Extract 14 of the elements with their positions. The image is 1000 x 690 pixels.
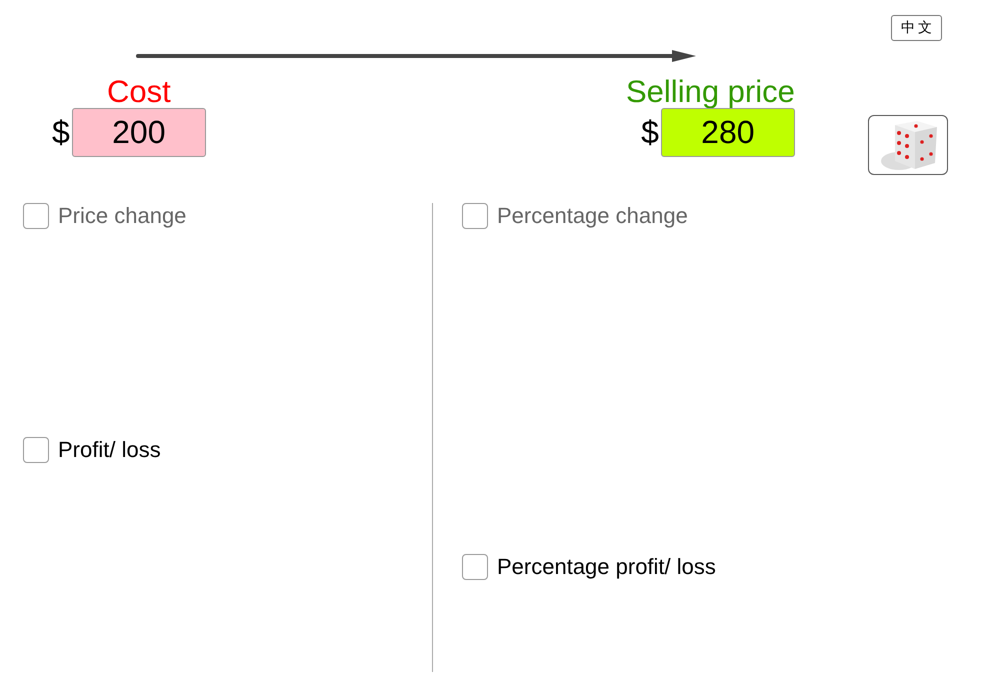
price-field[interactable]: 200 bbox=[72, 108, 206, 157]
currency-sign: $ bbox=[641, 114, 659, 151]
currency-sign: $ bbox=[52, 114, 70, 151]
field-label: Selling price bbox=[626, 74, 795, 110]
checkbox-label: Profit/ loss bbox=[58, 437, 161, 463]
checkbox[interactable] bbox=[23, 437, 49, 463]
language-button[interactable]: 中文 bbox=[891, 15, 942, 41]
field-label: Cost bbox=[107, 74, 171, 110]
checkbox-label: Percentage profit/ loss bbox=[497, 554, 716, 580]
checkbox-label: Percentage change bbox=[497, 203, 688, 229]
checkbox-label: Price change bbox=[58, 203, 186, 229]
dice-button[interactable] bbox=[868, 115, 948, 175]
price-field[interactable]: 280 bbox=[660, 108, 795, 157]
checkbox[interactable] bbox=[462, 554, 488, 580]
